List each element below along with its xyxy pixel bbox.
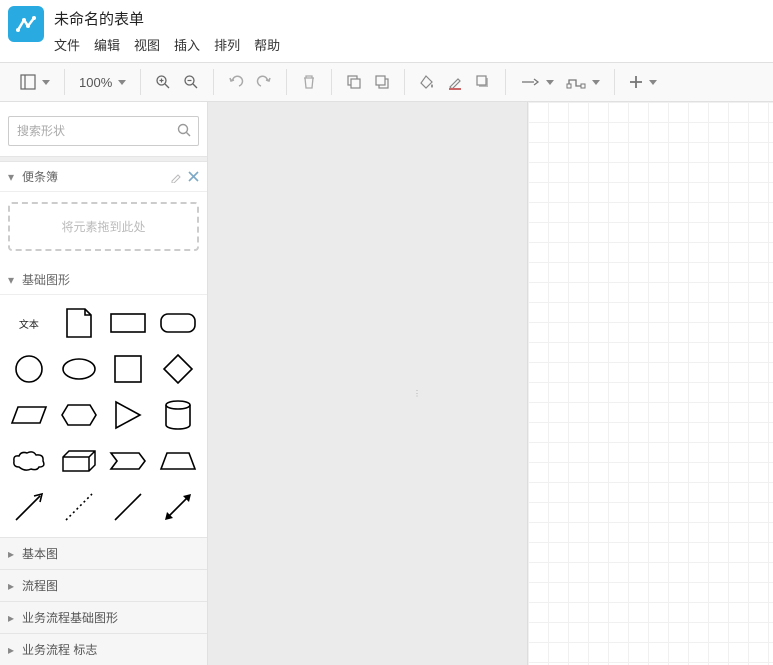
shadow-button[interactable]: [469, 68, 497, 96]
app-logo: [8, 6, 44, 42]
fill-icon: [419, 74, 435, 90]
redo-icon: [256, 74, 272, 90]
pencil-icon: [447, 74, 463, 90]
shadow-icon: [475, 74, 491, 90]
scratchpad-dropzone[interactable]: 将元素拖到此处: [8, 202, 199, 251]
menubar: 文件 编辑 视图 插入 排列 帮助: [54, 31, 280, 60]
category-bpmn-basic[interactable]: ▸业务流程基础图形: [0, 601, 207, 633]
drawing-canvas[interactable]: [528, 102, 773, 665]
app-header: 未命名的表单 文件 编辑 视图 插入 排列 帮助: [0, 0, 773, 62]
shape-trapezoid[interactable]: [155, 441, 201, 481]
waypoint-style-button[interactable]: [560, 68, 606, 96]
zoom-label: 100%: [79, 75, 112, 90]
redo-button[interactable]: [250, 68, 278, 96]
shape-rounded-rect[interactable]: [155, 303, 201, 343]
shape-cylinder[interactable]: [155, 395, 201, 435]
to-back-icon: [374, 74, 390, 90]
shape-bidirectional-arrow[interactable]: [155, 487, 201, 527]
zoom-level-button[interactable]: 100%: [73, 68, 132, 96]
fill-color-button[interactable]: [413, 68, 441, 96]
layout-icon: [20, 74, 36, 90]
delete-button[interactable]: [295, 68, 323, 96]
expand-icon: ▸: [8, 579, 18, 593]
shape-step[interactable]: [106, 441, 152, 481]
shape-parallelogram[interactable]: [6, 395, 52, 435]
expand-icon: ▸: [8, 611, 18, 625]
collapse-icon: ▾: [8, 170, 18, 184]
shape-cloud[interactable]: [6, 441, 52, 481]
category-bpmn-symbols[interactable]: ▸业务流程 标志: [0, 633, 207, 665]
to-back-button[interactable]: [368, 68, 396, 96]
shape-hexagon[interactable]: [56, 395, 102, 435]
menu-arrange[interactable]: 排列: [214, 35, 240, 54]
menu-help[interactable]: 帮助: [254, 35, 280, 54]
trash-icon: [301, 74, 317, 90]
canvas-offpage[interactable]: [208, 102, 528, 665]
menu-edit[interactable]: 编辑: [94, 35, 120, 54]
shape-arrow-line[interactable]: [6, 487, 52, 527]
expand-icon: ▸: [8, 547, 18, 561]
sidebar: ▾ 便条簿 将元素拖到此处 ▾ 基础图形 文本: [0, 102, 208, 665]
shape-note[interactable]: [56, 303, 102, 343]
shape-dashed-line[interactable]: [56, 487, 102, 527]
shape-circle[interactable]: [6, 349, 52, 389]
insert-button[interactable]: [623, 68, 663, 96]
shape-square[interactable]: [106, 349, 152, 389]
document-title[interactable]: 未命名的表单: [54, 6, 280, 31]
menu-file[interactable]: 文件: [54, 35, 80, 54]
shape-rectangle[interactable]: [106, 303, 152, 343]
shape-line[interactable]: [106, 487, 152, 527]
caret-icon: [42, 80, 50, 85]
zoom-out-button[interactable]: [177, 68, 205, 96]
zoom-in-button[interactable]: [149, 68, 177, 96]
sidebar-resize-handle[interactable]: ⋮: [413, 384, 419, 404]
line-color-button[interactable]: [441, 68, 469, 96]
canvas-area: ⋮: [208, 102, 773, 665]
menu-view[interactable]: 视图: [134, 35, 160, 54]
category-basic[interactable]: ▸基本图: [0, 537, 207, 569]
shape-palette: 文本: [6, 303, 201, 527]
collapse-icon: ▾: [8, 273, 18, 287]
caret-icon: [649, 80, 657, 85]
caret-icon: [592, 80, 600, 85]
shape-text[interactable]: 文本: [6, 303, 52, 343]
to-front-icon: [346, 74, 362, 90]
waypoint-icon: [566, 74, 586, 90]
search-icon[interactable]: [177, 123, 191, 137]
logo-icon: [14, 12, 38, 36]
plus-icon: [629, 75, 643, 89]
arrow-icon: [520, 74, 540, 90]
zoom-out-icon: [183, 74, 199, 90]
category-flowchart[interactable]: ▸流程图: [0, 569, 207, 601]
view-mode-button[interactable]: [14, 68, 56, 96]
caret-icon: [546, 80, 554, 85]
edit-icon[interactable]: [170, 171, 182, 183]
scratchpad-title: 便条簿: [22, 168, 58, 185]
to-front-button[interactable]: [340, 68, 368, 96]
caret-icon: [118, 80, 126, 85]
shape-triangle[interactable]: [106, 395, 152, 435]
search-input[interactable]: [8, 116, 199, 146]
zoom-in-icon: [155, 74, 171, 90]
shape-ellipse[interactable]: [56, 349, 102, 389]
undo-button[interactable]: [222, 68, 250, 96]
toolbar: 100%: [0, 62, 773, 102]
connection-style-button[interactable]: [514, 68, 560, 96]
basic-shapes-header[interactable]: ▾ 基础图形: [0, 265, 207, 295]
undo-icon: [228, 74, 244, 90]
close-icon[interactable]: [188, 171, 199, 182]
expand-icon: ▸: [8, 643, 18, 657]
scratchpad-header[interactable]: ▾ 便条簿: [0, 162, 207, 192]
basic-shapes-title: 基础图形: [22, 271, 70, 288]
menu-insert[interactable]: 插入: [174, 35, 200, 54]
shape-cube[interactable]: [56, 441, 102, 481]
shape-diamond[interactable]: [155, 349, 201, 389]
